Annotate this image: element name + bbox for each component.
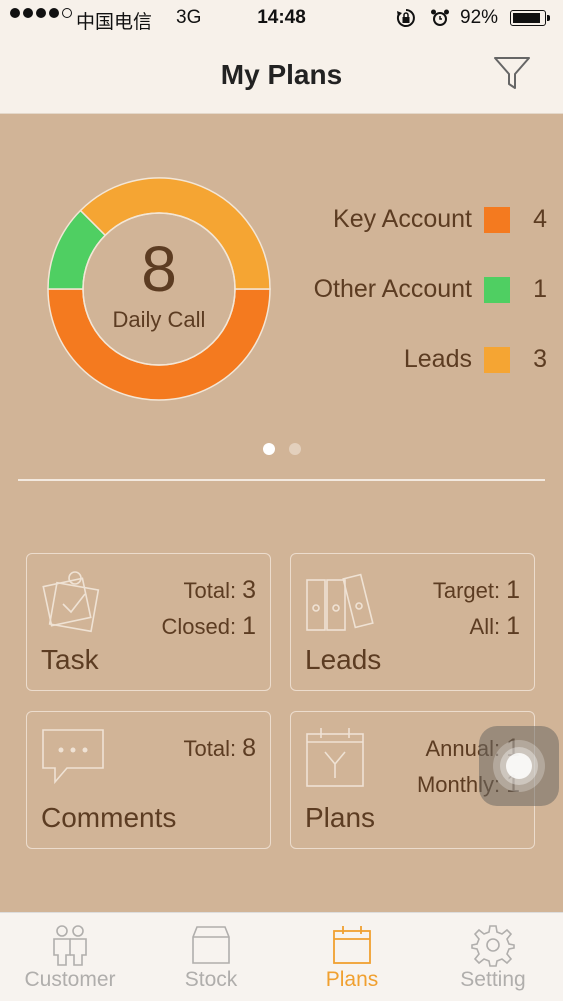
legend-item-leads: Leads 3 [280,343,550,377]
tab-label: Stock [184,968,238,991]
page-indicator[interactable] [0,442,563,460]
legend-item-key-account: Key Account 4 [280,203,550,237]
stat-value: 1 [506,612,520,640]
customer-people-icon [53,925,87,966]
tab-plans[interactable]: Plans [282,913,422,1001]
orientation-lock-icon [396,9,415,27]
stat-label: Closed: [161,614,237,639]
assistive-touch-button[interactable] [479,726,559,806]
page-title: My Plans [220,59,343,90]
legend-label: Key Account [333,205,472,233]
divider [18,479,545,481]
nav-header: My Plans [0,38,563,114]
stat-value: 1 [242,612,256,640]
leads-target-stat: Target: 1 [433,576,520,605]
task-closed-stat: Closed: 1 [162,612,257,641]
legend-swatch [484,277,510,303]
leads-card[interactable]: Target: 1 All: 1 Leads [290,553,535,691]
legend-label: Other Account [313,275,472,303]
comments-card[interactable]: Total: 8 Comments [26,711,271,849]
binders-icon [306,573,374,631]
daily-call-total: 8 [141,233,177,305]
status-bar: 中国电信 3G 14:48 92% [0,0,563,38]
tab-label: Setting [460,968,526,991]
stat-value: 8 [242,734,256,762]
battery-percent: 92% [460,7,499,28]
alarm-clock-icon [431,9,449,26]
legend-swatch [484,347,510,373]
calendar-year-icon [306,728,364,787]
tab-label: Plans [325,968,379,991]
stock-box-icon [192,926,230,964]
page-dot-2[interactable] [288,443,301,455]
card-title: Leads [305,644,382,675]
comments-total-stat: Total: 8 [184,734,257,763]
legend-label: Leads [403,345,472,373]
daily-call-label: Daily Call [112,307,206,332]
leads-all-stat: All: 1 [470,612,520,641]
task-total-stat: Total: 3 [184,576,257,605]
card-title: Task [41,644,99,675]
stat-label: Target: [432,578,501,603]
gear-icon [471,925,515,967]
stat-value: 3 [242,576,256,604]
task-card[interactable]: Total: 3 Closed: 1 Task [26,553,271,691]
stat-label: Total: [183,736,237,761]
filter-funnel-icon[interactable] [490,50,534,94]
tab-customer[interactable]: Customer [0,913,140,1001]
battery-icon [510,10,550,26]
stat-label: Total: [183,578,237,603]
stat-label: All: [469,614,501,639]
card-title: Comments [41,802,177,833]
plans-calendar-icon [333,926,371,964]
task-clipboard-icon [42,571,100,633]
legend-count: 1 [533,275,547,303]
stat-value: 1 [506,576,520,604]
tab-setting[interactable]: Setting [423,913,563,1001]
card-title: Plans [305,802,376,833]
tab-stock[interactable]: Stock [141,913,281,1001]
page-dot-1[interactable] [262,443,275,455]
speech-bubble-icon [42,729,104,785]
tab-label: Customer [24,968,116,991]
legend-count: 4 [533,205,547,233]
tab-bar: Customer Stock Plans Setting [0,912,563,1001]
legend-swatch [484,207,510,233]
legend-count: 3 [533,345,547,373]
legend-item-other-account: Other Account 1 [280,273,550,307]
